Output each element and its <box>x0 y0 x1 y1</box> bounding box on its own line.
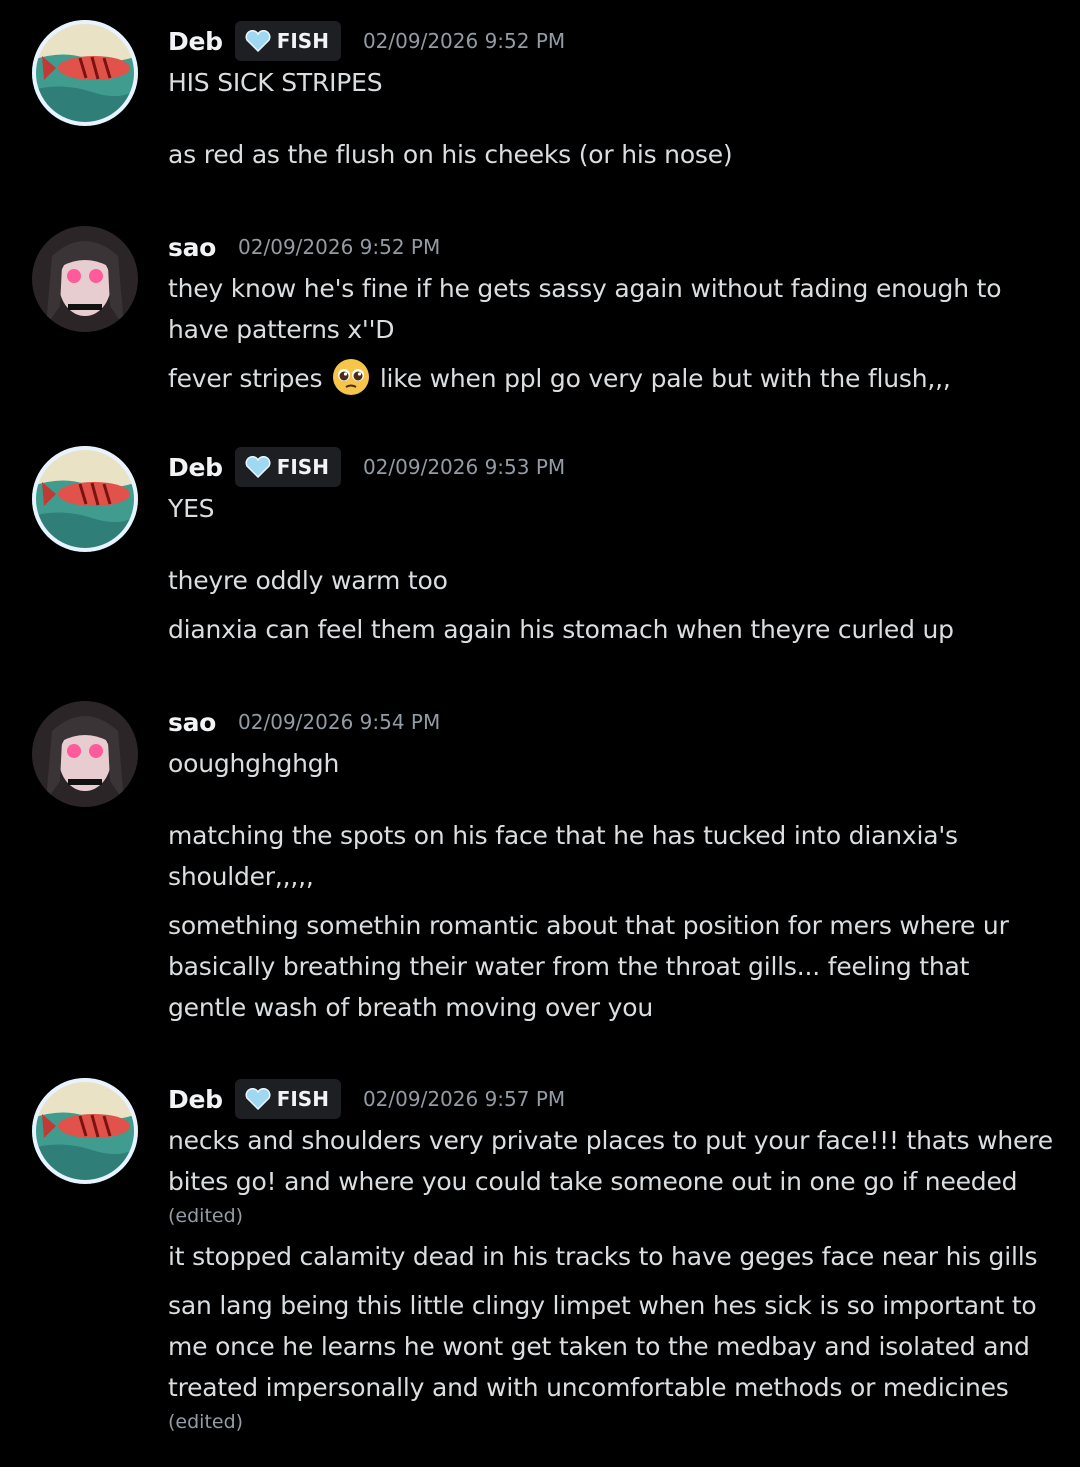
fish-avatar-icon <box>32 20 138 126</box>
username[interactable]: Deb <box>168 453 223 482</box>
edited-label: (edited) <box>168 1205 244 1227</box>
message-text: like when ppl go very pale but with the … <box>379 364 951 393</box>
heart-icon <box>245 1088 271 1110</box>
server-tag[interactable]: FISH <box>234 1079 341 1119</box>
message-content: Deb FISH 02/09/2026 9:53 PM YES theyre o… <box>168 446 1060 650</box>
message-line <box>168 784 1060 815</box>
message-header: Deb FISH 02/09/2026 9:52 PM <box>168 20 1060 62</box>
username[interactable]: Deb <box>168 1085 223 1114</box>
message-header: Deb FISH 02/09/2026 9:57 PM <box>168 1078 1060 1120</box>
message-line: treated impersonally and with uncomforta… <box>168 1373 1009 1402</box>
message-line: necks and shoulders very private places … <box>168 1126 1053 1155</box>
message-line: they know he's fine if he gets sassy aga… <box>168 274 1002 303</box>
tag-label: FISH <box>276 29 329 53</box>
avatar-sao[interactable] <box>32 701 138 807</box>
server-tag[interactable]: FISH <box>234 447 341 487</box>
server-tag[interactable]: FISH <box>234 21 341 61</box>
message-line: as red as the flush on his cheeks (or hi… <box>168 140 733 169</box>
timestamp[interactable]: 02/09/2026 9:57 PM <box>363 1087 565 1111</box>
message-line: shoulder,,,,, <box>168 862 314 891</box>
timestamp[interactable]: 02/09/2026 9:52 PM <box>238 235 440 259</box>
message-header: sao 02/09/2026 9:52 PM <box>168 226 1060 268</box>
message-content: Deb FISH 02/09/2026 9:52 PM HIS SICK STR… <box>168 20 1060 175</box>
message-content: Deb FISH 02/09/2026 9:57 PM necks and sh… <box>168 1078 1060 1436</box>
message-text: fever stripes <box>168 364 323 393</box>
message-line: ooughghghgh <box>168 749 340 778</box>
message-line: dianxia can feel them again his stomach … <box>168 615 954 644</box>
timestamp[interactable]: 02/09/2026 9:52 PM <box>363 29 565 53</box>
username[interactable]: sao <box>168 233 216 262</box>
message-line: YES <box>168 494 215 523</box>
message-line-with-emoji: fever stripes like when ppl go very pale… <box>168 358 1060 399</box>
heart-icon <box>245 456 271 478</box>
sao-avatar-icon <box>32 701 138 807</box>
pleading-face-emoji[interactable] <box>332 358 370 396</box>
message-content: sao 02/09/2026 9:54 PM ooughghghgh match… <box>168 701 1060 1028</box>
avatar-deb[interactable] <box>32 1078 138 1184</box>
message-line <box>168 103 1060 134</box>
username[interactable]: Deb <box>168 27 223 56</box>
tag-label: FISH <box>276 1087 329 1111</box>
avatar-deb[interactable] <box>32 20 138 126</box>
heart-icon <box>245 30 271 52</box>
edited-label: (edited) <box>168 1411 244 1433</box>
avatar-sao[interactable] <box>32 226 138 332</box>
username[interactable]: sao <box>168 708 216 737</box>
message-line: theyre oddly warm too <box>168 566 448 595</box>
message-line: something somethin romantic about that p… <box>168 911 1009 940</box>
timestamp[interactable]: 02/09/2026 9:54 PM <box>238 710 440 734</box>
tag-label: FISH <box>276 455 329 479</box>
fish-avatar-icon <box>32 1078 138 1184</box>
sao-avatar-icon <box>32 226 138 332</box>
message-line: matching the spots on his face that he h… <box>168 821 958 850</box>
message-line: HIS SICK STRIPES <box>168 68 383 97</box>
message-line <box>168 529 1060 560</box>
message-content: sao 02/09/2026 9:52 PM they know he's fi… <box>168 226 1060 399</box>
message-line: it stopped calamity dead in his tracks t… <box>168 1242 1038 1271</box>
timestamp[interactable]: 02/09/2026 9:53 PM <box>363 455 565 479</box>
message-line: have patterns x''D <box>168 315 395 344</box>
message-line: bites go! and where you could take someo… <box>168 1167 1018 1196</box>
message-header: sao 02/09/2026 9:54 PM <box>168 701 1060 743</box>
message-line: gentle wash of breath moving over you <box>168 993 653 1022</box>
message-line: basically breathing their water from the… <box>168 952 970 981</box>
fish-avatar-icon <box>32 446 138 552</box>
message-header: Deb FISH 02/09/2026 9:53 PM <box>168 446 1060 488</box>
message-line: san lang being this little clingy limpet… <box>168 1291 1037 1320</box>
message-line: me once he learns he wont get taken to t… <box>168 1332 1030 1361</box>
avatar-deb[interactable] <box>32 446 138 552</box>
